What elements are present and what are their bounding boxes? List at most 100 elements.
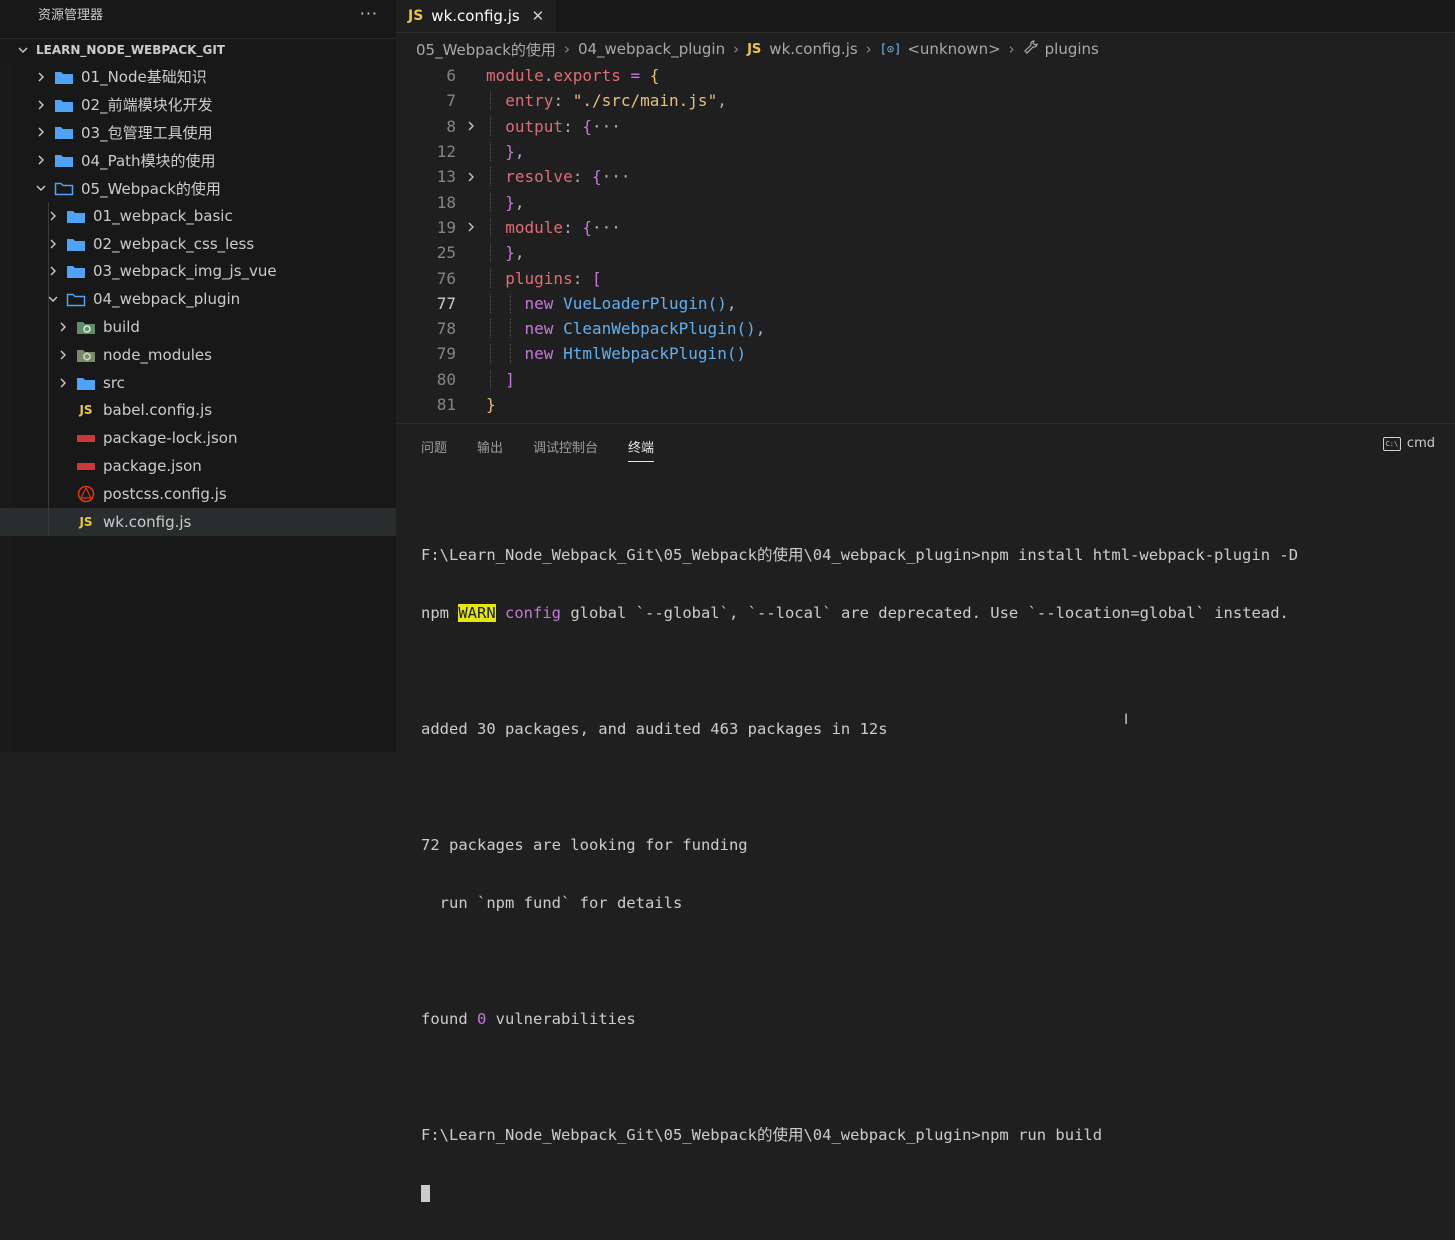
tree-item-folder[interactable]: 01_webpack_basic bbox=[0, 201, 396, 230]
tree-item-file-selected[interactable]: JS wk.config.js bbox=[0, 507, 396, 536]
terminal-cursor-line bbox=[421, 1182, 1298, 1204]
js-file-icon: JS bbox=[79, 403, 93, 418]
breadcrumb-item[interactable]: 05_Webpack的使用 bbox=[416, 39, 556, 60]
tree-item-file[interactable]: postcss.config.js bbox=[0, 479, 396, 508]
line-number: 13 bbox=[436, 167, 456, 187]
code-line: 80 ] bbox=[396, 367, 1455, 392]
folder-icon bbox=[66, 208, 86, 224]
npm-file-icon bbox=[76, 458, 96, 474]
line-number: 78 bbox=[436, 319, 456, 339]
terminal-line: added 30 packages, and audited 463 packa… bbox=[421, 720, 888, 738]
tree-item-label: 02_前端模块化开发 bbox=[81, 96, 213, 115]
tree-item-folder-open[interactable]: 05_Webpack的使用 bbox=[0, 174, 396, 202]
terminal-line: found 0 vulnerabilities bbox=[421, 1010, 636, 1028]
chevron-down-icon bbox=[16, 43, 30, 57]
folder-icon bbox=[66, 236, 86, 252]
more-actions-button[interactable]: ··· bbox=[360, 4, 378, 23]
tab-wk-config-js[interactable]: JS wk.config.js ✕ bbox=[396, 0, 557, 32]
tree-item-folder[interactable]: 02_前端模块化开发 bbox=[0, 91, 396, 119]
indent-guide bbox=[48, 424, 49, 453]
chevron-down-icon bbox=[34, 181, 48, 195]
tree-item-folder-open[interactable]: 04_webpack_plugin bbox=[0, 285, 396, 314]
folder-icon bbox=[54, 97, 74, 113]
tree-item-label: 03_webpack_img_js_vue bbox=[93, 262, 277, 281]
tree-item-label: package.json bbox=[103, 457, 202, 476]
code-editor[interactable]: 6 module.exports = { 7 entry: "./src/mai… bbox=[396, 63, 1455, 417]
symbol-variable-icon: [⊙] bbox=[879, 42, 902, 56]
terminal-output[interactable]: F:\Learn_Node_Webpack_Git\05_Webpack的使用\… bbox=[421, 508, 1298, 1240]
tab-debug-console[interactable]: 调试控制台 bbox=[533, 424, 598, 468]
line-number: 77 bbox=[436, 293, 456, 313]
indent-guide bbox=[48, 313, 49, 341]
postcss-file-icon bbox=[76, 485, 96, 503]
code-line: 6 module.exports = { bbox=[396, 63, 1455, 88]
tree-item-label: 04_Path模块的使用 bbox=[81, 151, 216, 170]
tab-terminal[interactable]: 终端 bbox=[628, 424, 655, 468]
tree-item-folder[interactable]: 03_webpack_img_js_vue bbox=[0, 257, 396, 286]
tree-item-folder[interactable]: 01_Node基础知识 bbox=[0, 63, 396, 91]
tree-item-folder[interactable]: 03_包管理工具使用 bbox=[0, 119, 396, 147]
chevron-right-icon bbox=[34, 153, 48, 167]
workspace-root[interactable]: LEARN_NODE_WEBPACK_GIT bbox=[0, 38, 396, 60]
chevron-right-icon bbox=[34, 70, 48, 84]
tree-item-file[interactable]: JS babel.config.js bbox=[0, 396, 396, 425]
node-modules-folder-icon bbox=[76, 347, 96, 363]
tree-item-label: build bbox=[103, 318, 140, 337]
terminal-shell-selector[interactable]: C:\ cmd bbox=[1382, 436, 1435, 451]
text-cursor-icon: I bbox=[1124, 712, 1129, 728]
folder-icon bbox=[66, 263, 86, 279]
code-line: 8 output: {··· bbox=[396, 114, 1455, 139]
breadcrumb-item[interactable]: wk.config.js bbox=[769, 40, 857, 58]
chevron-right-icon[interactable] bbox=[456, 171, 486, 183]
indent-guide bbox=[48, 201, 49, 230]
tab-output[interactable]: 输出 bbox=[477, 424, 503, 468]
indent-guide bbox=[48, 368, 49, 397]
tree-item-file[interactable]: package-lock.json bbox=[0, 424, 396, 453]
code-line: 77 new VueLoaderPlugin(), bbox=[396, 291, 1455, 316]
tree-item-folder[interactable]: src bbox=[0, 368, 396, 397]
breadcrumb-item[interactable]: 04_webpack_plugin bbox=[578, 40, 725, 58]
tree-item-label: node_modules bbox=[103, 345, 212, 364]
indent-guide bbox=[48, 396, 49, 425]
editor-area: JS wk.config.js ✕ 05_Webpack的使用 › 04_web… bbox=[396, 0, 1455, 423]
js-file-icon: JS bbox=[79, 514, 93, 529]
code-line: 81 } bbox=[396, 392, 1455, 417]
folder-icon bbox=[54, 152, 74, 168]
tree-item-label: babel.config.js bbox=[103, 401, 213, 420]
tree-item-folder[interactable]: node_modules bbox=[0, 340, 396, 369]
tree-item-folder[interactable]: 04_Path模块的使用 bbox=[0, 146, 396, 174]
tree-item-folder[interactable]: 02_webpack_css_less bbox=[0, 229, 396, 258]
explorer-title: 资源管理器 bbox=[38, 7, 104, 23]
chevron-right-icon: › bbox=[1008, 40, 1015, 58]
tree-item-label: package-lock.json bbox=[103, 429, 238, 448]
chevron-right-icon bbox=[34, 98, 48, 112]
tree-item-file[interactable]: package.json bbox=[0, 452, 396, 480]
indent-guide bbox=[48, 340, 49, 369]
folder-icon bbox=[54, 124, 74, 140]
line-number: 19 bbox=[436, 217, 456, 237]
breadcrumb-item[interactable]: <unknown> bbox=[907, 40, 1000, 58]
line-number: 12 bbox=[436, 142, 456, 162]
tree-item-folder[interactable]: build bbox=[0, 313, 396, 341]
chevron-right-icon[interactable] bbox=[456, 120, 486, 132]
chevron-right-icon bbox=[34, 125, 48, 139]
chevron-right-icon[interactable] bbox=[456, 221, 486, 233]
chevron-right-icon bbox=[56, 348, 70, 362]
tree-item-label: 03_包管理工具使用 bbox=[81, 123, 213, 142]
chevron-right-icon: › bbox=[563, 40, 570, 58]
folder-icon bbox=[54, 69, 74, 85]
tree-item-label: 01_webpack_basic bbox=[93, 206, 233, 225]
tab-problems[interactable]: 问题 bbox=[421, 424, 447, 468]
close-icon[interactable]: ✕ bbox=[532, 7, 545, 25]
code-line: 78 new CleanWebpackPlugin(), bbox=[396, 316, 1455, 341]
code-line: 19 module: {··· bbox=[396, 215, 1455, 240]
breadcrumb-item[interactable]: plugins bbox=[1045, 40, 1099, 58]
wrench-icon bbox=[1023, 39, 1039, 59]
folder-icon bbox=[76, 375, 96, 391]
indent-guide bbox=[48, 507, 49, 536]
chevron-right-icon bbox=[56, 376, 70, 390]
tree-item-label: 01_Node基础知识 bbox=[81, 68, 207, 87]
